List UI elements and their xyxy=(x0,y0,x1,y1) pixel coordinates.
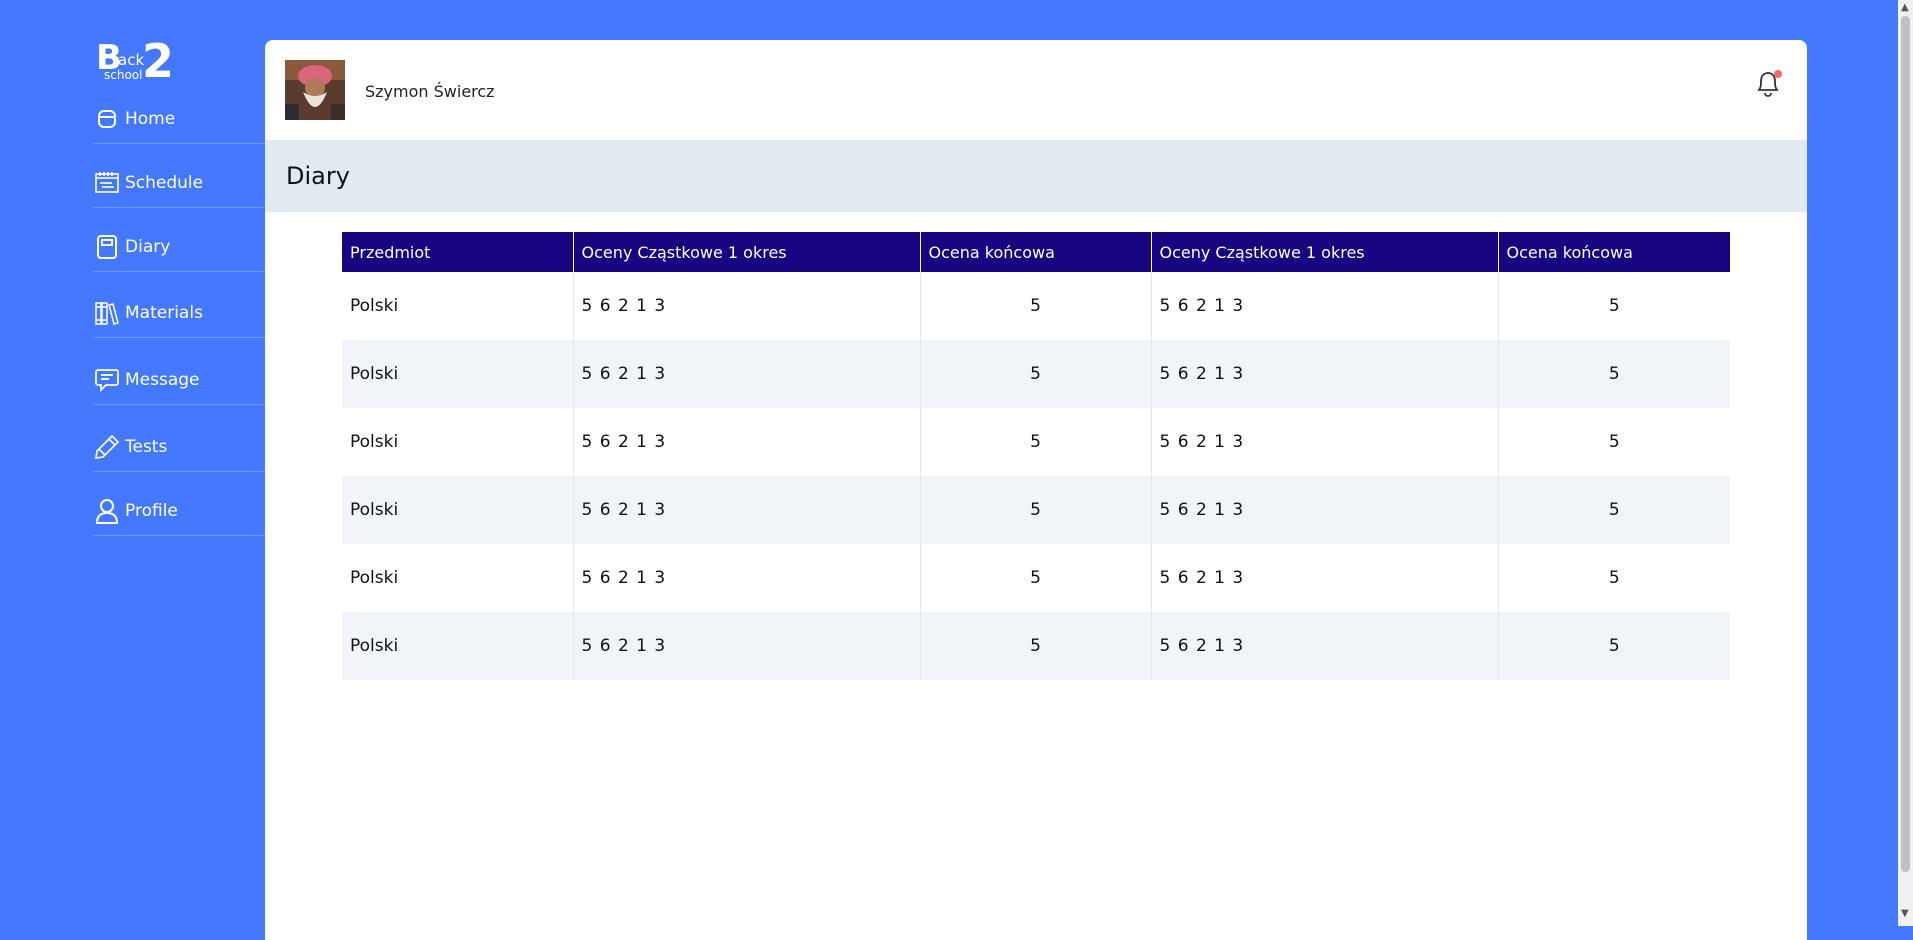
books-icon xyxy=(93,299,121,327)
column-header-partial-grades[interactable]: Oceny Cząstkowe 1 okres xyxy=(1151,232,1499,272)
table-row: Polski 5 6 2 1 3 5 5 6 2 1 3 5 xyxy=(342,476,1730,544)
user-icon xyxy=(93,497,121,525)
sidebar-item-schedule[interactable]: Schedule xyxy=(93,158,265,208)
partial-grades-cell: 5 6 2 1 3 xyxy=(1151,544,1499,612)
top-bar: Szymon Świercz xyxy=(265,40,1807,140)
app-logo[interactable]: B ack school 2 xyxy=(96,34,186,88)
sidebar-item-label: Tests xyxy=(125,436,168,457)
grades-table: Przedmiot Oceny Cząstkowe 1 okres Ocena … xyxy=(342,232,1730,680)
final-grade-cell: 5 xyxy=(1498,340,1730,408)
final-grade-cell: 5 xyxy=(1608,568,1620,588)
main-panel: Szymon Świercz Diary Przedmiot Oceny Czą… xyxy=(265,40,1807,940)
final-grade-cell: 5 xyxy=(1608,432,1620,452)
user-name: Szymon Świercz xyxy=(365,82,495,101)
sidebar-item-label: Schedule xyxy=(125,172,204,193)
sidebar-item-label: Diary xyxy=(125,236,171,257)
subject-cell: Polski xyxy=(342,340,574,408)
table-row: Polski 5 6 2 1 3 5 5 6 2 1 3 5 xyxy=(342,544,1730,612)
column-header-final-grade[interactable]: Ocena końcowa xyxy=(1498,232,1730,272)
sidebar-item-profile[interactable]: Profile xyxy=(93,486,265,536)
final-grade-cell: 5 xyxy=(920,272,1152,340)
subject-cell: Polski xyxy=(342,476,574,544)
final-grade-cell: 5 xyxy=(1498,612,1730,680)
sidebar-item-label: Profile xyxy=(125,500,178,521)
sidebar-item-message[interactable]: Message xyxy=(93,355,265,405)
notification-badge xyxy=(1774,70,1782,78)
sidebar-item-diary[interactable]: Diary xyxy=(93,222,265,272)
partial-grades-cell: 5 6 2 1 3 xyxy=(1151,408,1499,476)
table-row: Polski 5 6 2 1 3 5 5 6 2 1 3 5 xyxy=(342,272,1730,340)
page-title-bar: Diary xyxy=(265,140,1807,212)
final-grade-cell: 5 xyxy=(920,340,1152,408)
final-grade-cell: 5 xyxy=(920,476,1152,544)
table-header-row: Przedmiot Oceny Cząstkowe 1 okres Ocena … xyxy=(342,232,1730,272)
subject-cell: Polski xyxy=(342,408,574,476)
scrollbar-thumb[interactable] xyxy=(1901,16,1910,872)
logo-digit-two: 2 xyxy=(142,34,175,88)
logo-text-ack: ack xyxy=(118,51,145,69)
column-header-partial-grades[interactable]: Oceny Cząstkowe 1 okres xyxy=(573,232,921,272)
partial-grades-cell: 5 6 2 1 3 xyxy=(573,476,921,544)
partial-grades-cell: 5 6 2 1 3 xyxy=(1151,612,1499,680)
table-row: Polski 5 6 2 1 3 5 5 6 2 1 3 5 xyxy=(342,408,1730,476)
sidebar-item-home[interactable]: Home xyxy=(93,94,265,144)
partial-grades-cell: 5 6 2 1 3 xyxy=(573,340,921,408)
pencil-icon xyxy=(93,433,121,461)
home-icon xyxy=(93,105,121,133)
partial-grades-cell: 5 6 2 1 3 xyxy=(573,272,921,340)
subject-cell: Polski xyxy=(342,612,574,680)
final-grade-cell: 5 xyxy=(1608,296,1620,316)
subject-cell: Polski xyxy=(342,544,574,612)
logo-text-school: school xyxy=(104,68,143,82)
partial-grades-cell: 5 6 2 1 3 xyxy=(1151,476,1499,544)
final-grade-cell: 5 xyxy=(920,544,1152,612)
calendar-icon xyxy=(93,169,121,197)
scroll-down-arrow-icon[interactable]: ▼ xyxy=(1901,908,1909,919)
column-header-subject[interactable]: Przedmiot xyxy=(342,232,574,272)
sidebar-item-label: Materials xyxy=(125,302,203,323)
notebook-icon xyxy=(93,233,121,261)
column-header-final-grade[interactable]: Ocena końcowa xyxy=(920,232,1152,272)
partial-grades-cell: 5 6 2 1 3 xyxy=(1151,272,1499,340)
final-grade-cell: 5 xyxy=(920,408,1152,476)
sidebar-item-tests[interactable]: Tests xyxy=(93,422,265,472)
final-grade-cell: 5 xyxy=(1498,476,1730,544)
page-title: Diary xyxy=(286,162,350,190)
partial-grades-cell: 5 6 2 1 3 xyxy=(573,544,921,612)
scroll-up-arrow-icon[interactable]: ▲ xyxy=(1901,2,1909,13)
partial-grades-cell: 5 6 2 1 3 xyxy=(573,408,921,476)
partial-grades-cell: 5 6 2 1 3 xyxy=(573,612,921,680)
sidebar-item-label: Home xyxy=(125,108,176,129)
sidebar-item-label: Message xyxy=(125,369,200,390)
final-grade-cell: 5 xyxy=(920,612,1152,680)
table-row: Polski 5 6 2 1 3 5 5 6 2 1 3 5 xyxy=(342,612,1730,680)
sidebar-item-materials[interactable]: Materials xyxy=(93,288,265,338)
notifications-button[interactable] xyxy=(1754,68,1782,98)
avatar[interactable] xyxy=(285,60,345,120)
page-scrollbar[interactable]: ▲ ▼ xyxy=(1898,0,1913,926)
table-row: Polski 5 6 2 1 3 5 5 6 2 1 3 5 xyxy=(342,340,1730,408)
partial-grades-cell: 5 6 2 1 3 xyxy=(1151,340,1499,408)
chat-bubble-icon xyxy=(93,366,121,394)
subject-cell: Polski xyxy=(342,272,574,340)
